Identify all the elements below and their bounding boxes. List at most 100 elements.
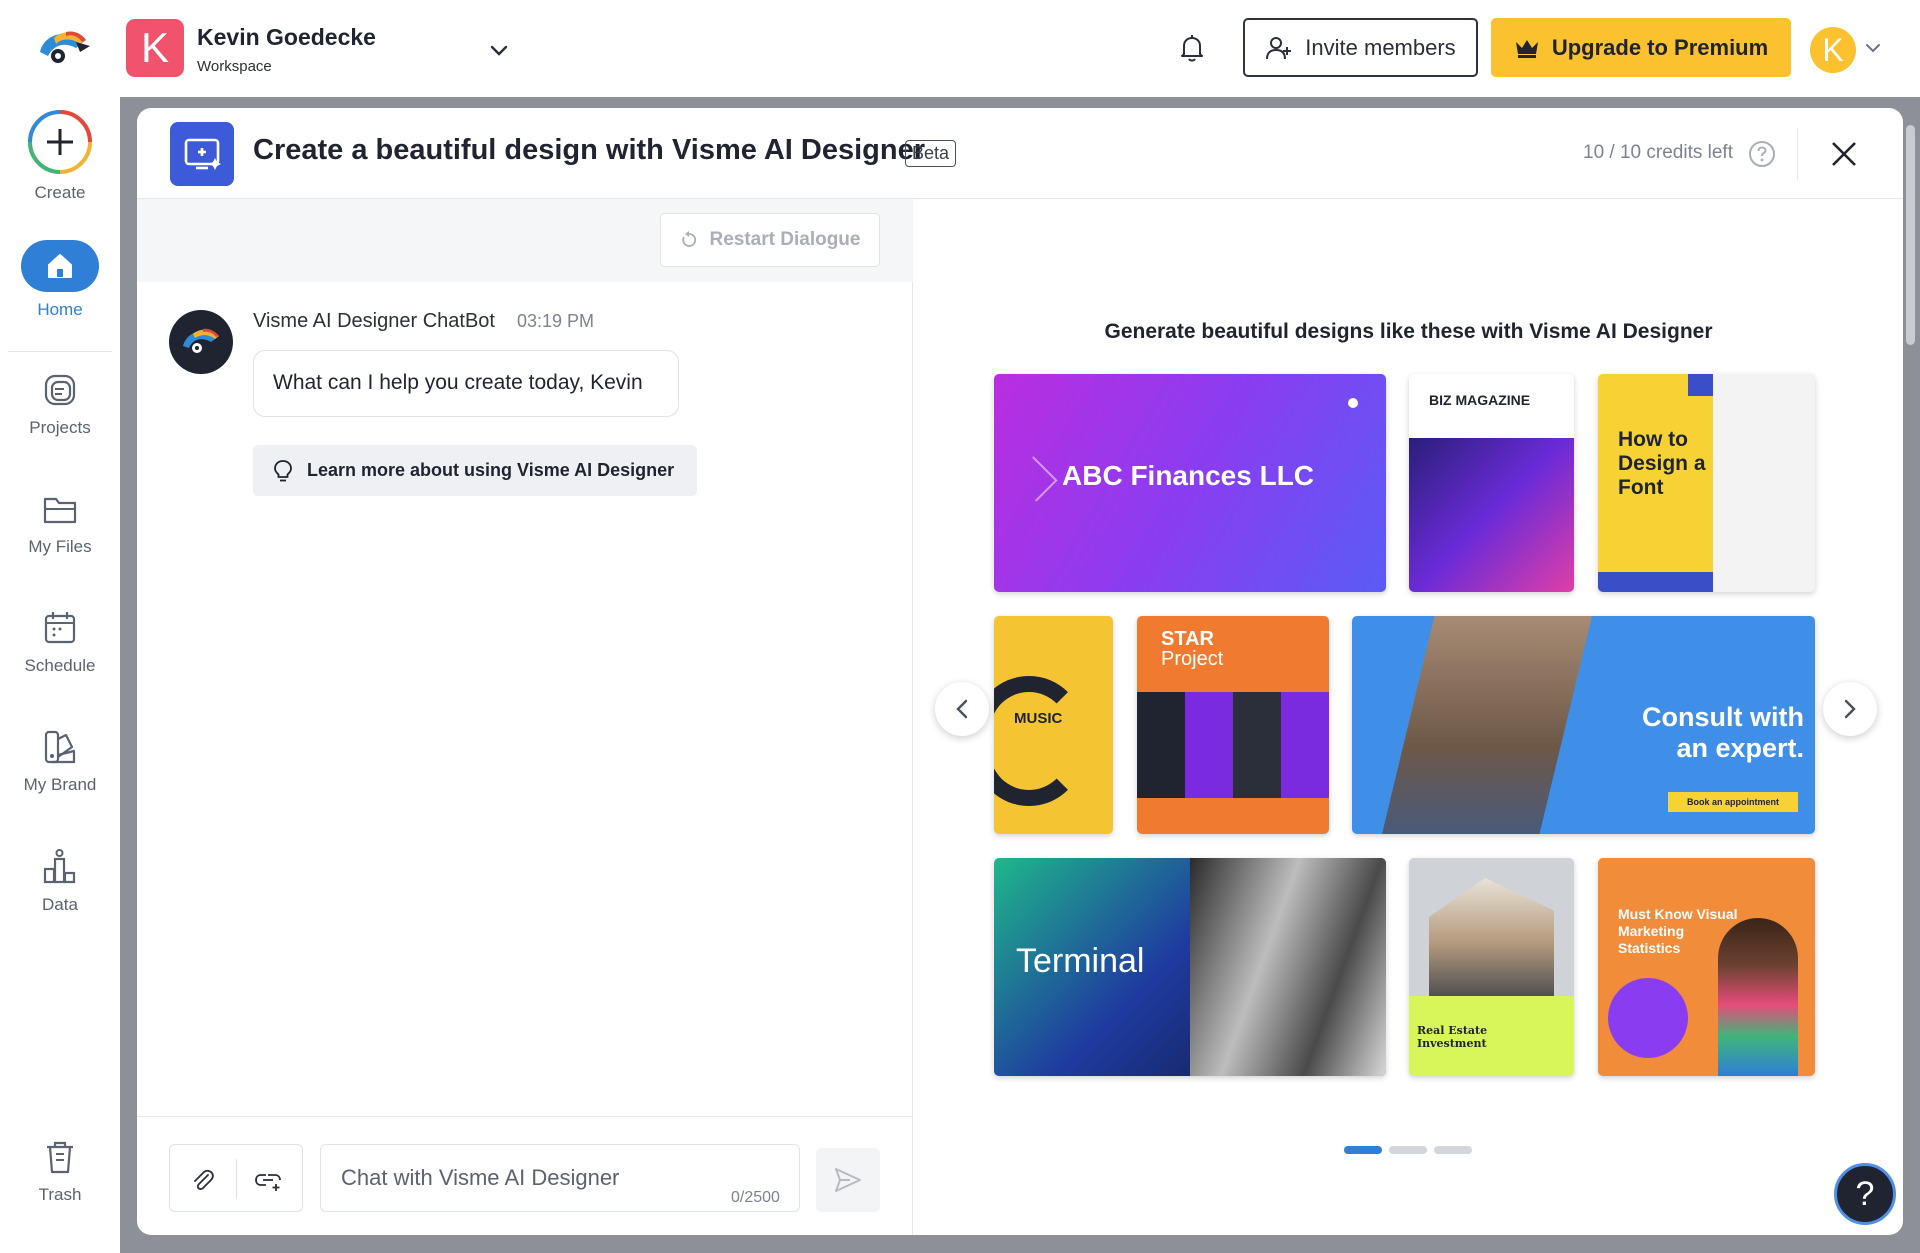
chat-pane: Restart Dialogue Visme AI Designer ChatB…	[137, 199, 913, 1235]
ai-designer-modal: Create a beautiful design with Visme AI …	[137, 108, 1903, 1235]
crown-icon	[1515, 39, 1538, 58]
trash-icon	[47, 1141, 73, 1174]
house-photo	[1429, 878, 1554, 1008]
calendar-icon	[44, 612, 76, 644]
chatbot-avatar	[169, 310, 233, 374]
sidebar-item-home[interactable]: Home	[0, 240, 120, 320]
paperclip-icon[interactable]	[190, 1167, 216, 1193]
restart-dialogue-button[interactable]: Restart Dialogue	[660, 213, 880, 267]
message-timestamp: 03:19 PM	[517, 311, 595, 331]
template-biz-magazine[interactable]: BIZ MAGAZINE	[1409, 374, 1574, 592]
carousel-prev-button[interactable]	[935, 682, 989, 736]
modal-header: Create a beautiful design with Visme AI …	[137, 108, 1903, 199]
chatbot-name: Visme AI Designer ChatBot	[253, 310, 495, 332]
person-photo	[1718, 918, 1798, 1076]
home-icon	[48, 254, 72, 278]
template-design-font[interactable]: How to Design a Font	[1598, 374, 1815, 592]
carousel-dot-1[interactable]	[1344, 1146, 1382, 1154]
data-chart-icon	[43, 849, 76, 884]
modal-title: Create a beautiful design with Visme AI …	[253, 134, 926, 166]
meeting-photo	[1382, 616, 1592, 834]
sidebar-item-projects[interactable]: Projects	[0, 370, 120, 438]
help-button[interactable]: ?	[1834, 1163, 1896, 1225]
template-music-title: MUSIC	[1010, 708, 1067, 729]
template-consult-expert[interactable]: Consult with an expert. Book an appointm…	[1352, 616, 1815, 834]
template-gallery: Generate beautiful designs like these wi…	[914, 199, 1903, 1235]
invite-members-button[interactable]: Invite members	[1243, 18, 1478, 77]
restart-icon	[681, 231, 696, 247]
help-circle-icon[interactable]	[1748, 140, 1776, 168]
char-counter: 0/2500	[731, 1189, 780, 1206]
carousel-dot-3[interactable]	[1434, 1146, 1472, 1154]
visme-logo-icon[interactable]	[36, 26, 92, 70]
sidebar-item-data[interactable]: Data	[0, 847, 120, 915]
add-user-icon	[1266, 36, 1292, 59]
folder-icon	[43, 497, 77, 524]
workspace-subtitle: Workspace	[197, 58, 272, 75]
attachment-buttons	[169, 1144, 303, 1212]
bell-icon[interactable]	[1178, 33, 1206, 63]
plus-circle-icon	[28, 110, 92, 174]
sidebar-projects-label: Projects	[29, 418, 91, 437]
purple-sphere	[1608, 978, 1688, 1058]
upgrade-premium-label: Upgrade to Premium	[1551, 34, 1769, 60]
template-music[interactable]: MUSIC	[994, 616, 1113, 834]
template-abc-finances[interactable]: ABC Finances LLC	[994, 374, 1386, 592]
workspace-avatar[interactable]: K	[126, 19, 184, 77]
sidebar-item-create[interactable]: Create	[0, 109, 120, 203]
attachment-separator	[236, 1159, 237, 1199]
template-star-project[interactable]: STAR Project	[1137, 616, 1329, 834]
sidebar-item-schedule[interactable]: Schedule	[0, 608, 120, 676]
close-icon[interactable]	[1830, 140, 1858, 168]
template-abc-title: ABC Finances LLC	[1062, 460, 1315, 491]
beta-badge: Beta	[905, 140, 957, 167]
lightbulb-icon	[274, 459, 292, 481]
sidebar-item-my-brand[interactable]: My Brand	[0, 727, 120, 795]
sidebar-item-trash[interactable]: Trash	[0, 1137, 120, 1205]
template-font-title: How to Design a Font	[1618, 428, 1706, 499]
headphones-image	[994, 676, 1084, 806]
projects-icon	[44, 374, 76, 406]
learn-more-label: Learn more about using Visme AI Designer	[307, 460, 675, 480]
photo-collage	[1137, 692, 1329, 798]
template-terminal-title: Terminal	[1016, 942, 1145, 980]
link-icon[interactable]	[254, 1167, 284, 1193]
header-separator	[1797, 128, 1798, 180]
brand-palette-icon	[44, 730, 76, 764]
template-terminal[interactable]: Terminal	[994, 858, 1386, 1076]
template-real-estate[interactable]: Real Estate Investment	[1409, 858, 1574, 1076]
sidebar-trash-label: Trash	[38, 1185, 82, 1204]
chat-input[interactable]	[320, 1144, 800, 1212]
send-button[interactable]	[816, 1148, 880, 1212]
carousel-dot-2[interactable]	[1389, 1146, 1427, 1154]
top-header: K Kevin Goedecke Workspace Invite member…	[0, 0, 1920, 97]
chat-message-bubble: What can I help you create today, Kevin	[253, 350, 679, 417]
template-consult-title: Consult with an expert.	[1642, 702, 1804, 763]
template-visual-marketing[interactable]: Must Know Visual Marketing Statistics	[1598, 858, 1815, 1076]
page-scrollbar[interactable]	[1906, 125, 1915, 345]
sidebar-home-label: Home	[37, 300, 83, 319]
template-realestate-title: Real Estate Investment	[1417, 1024, 1488, 1050]
laptop-image	[1409, 438, 1574, 592]
learn-more-button[interactable]: Learn more about using Visme AI Designer	[253, 445, 697, 496]
gallery-title: Generate beautiful designs like these wi…	[1104, 320, 1713, 343]
arrow-decoration	[1012, 456, 1058, 502]
blue-corner	[1688, 374, 1713, 396]
sidebar-schedule-label: Schedule	[24, 656, 96, 675]
carousel-next-button[interactable]	[1823, 682, 1877, 736]
workspace-name[interactable]: Kevin Goedecke	[197, 24, 376, 51]
sparkle-decoration	[1348, 398, 1358, 408]
template-biz-title: BIZ MAGAZINE	[1429, 392, 1531, 408]
upgrade-premium-button[interactable]: Upgrade to Premium	[1491, 18, 1791, 77]
chevron-down-icon[interactable]	[1863, 38, 1883, 58]
user-avatar[interactable]: K	[1810, 27, 1856, 73]
sidebar-item-my-files[interactable]: My Files	[0, 489, 120, 557]
visme-logo-icon	[183, 328, 219, 353]
chevron-down-icon[interactable]	[487, 38, 511, 62]
invite-members-label: Invite members	[1305, 34, 1456, 60]
send-icon	[835, 1168, 861, 1192]
sidebar-my-brand-label: My Brand	[23, 775, 97, 794]
sidebar-data-label: Data	[42, 895, 78, 914]
ai-sparkle-icon	[184, 138, 221, 170]
home-pill	[21, 240, 99, 292]
